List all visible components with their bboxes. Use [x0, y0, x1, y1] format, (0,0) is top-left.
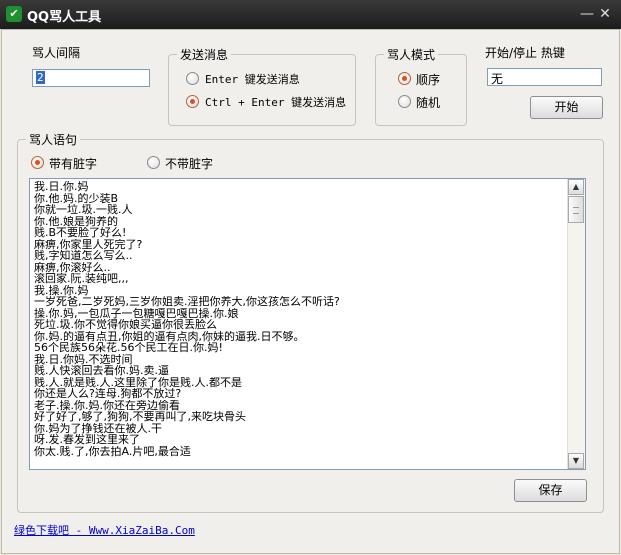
footer-link[interactable]: 绿色下载吧 - Www.XiaZaiBa.Com [14, 522, 195, 538]
enter-send-label[interactable]: Enter 键发送消息 [205, 71, 300, 87]
phrase-line: 我.操.你.妈 [34, 284, 89, 296]
window-title: QQ骂人工具 [27, 10, 102, 25]
minimize-button[interactable]: — [578, 5, 596, 23]
interval-input[interactable]: 2 [32, 69, 150, 87]
radio-sequential[interactable] [398, 72, 411, 85]
phrase-line: 一岁死爸,二岁死妈,三岁你姐卖.淫把你养大,你这孩怎么不听话? [34, 296, 340, 308]
radio-random[interactable] [398, 95, 411, 108]
phrase-line: 你就一垃.圾.一贱.人 [34, 204, 133, 216]
phrase-line: 你还是人么?连母.狗都不放过? [34, 388, 182, 400]
phrase-line: 麻痹,你家里人死完了? [34, 238, 143, 250]
phrase-line: 贱.人快滚回去看你.妈.卖.逼 [34, 365, 169, 377]
phrase-line: 老子.操.你.妈.你还在旁边偷看 [34, 399, 180, 411]
phrase-line: 你.他.妈.的少装B [34, 192, 119, 204]
phrases-textarea[interactable]: 我.日.你.妈 你.他.妈.的少装B 你就一垃.圾.一贱.人 你.他.娘是狗养的 贱.B… [29, 178, 586, 470]
phrase-line: 我.日.你.妈 [34, 181, 89, 193]
phrase-line: 贱.人.就是贱.人.这里除了你是贱.人.都不是 [34, 376, 242, 388]
phrase-line: 你.妈为了挣钱还在被人.干 [34, 422, 162, 434]
app-logo-icon: ✔ [6, 6, 22, 22]
scroll-up-arrow-icon[interactable]: ▲ [568, 179, 584, 195]
phrase-line: 你.妈.的逼有点丑,你姐的逼有点肉,你妹的逼我.日不够。 [34, 330, 305, 342]
close-button[interactable]: ✕ [596, 5, 614, 23]
ctrl-enter-send-label[interactable]: Ctrl + Enter 键发送消息 [205, 94, 346, 110]
radio-ctrl-enter-send[interactable] [186, 95, 199, 108]
phrase-line: 死垃.圾.你不觉得你娘买逼你很丢脸么 [34, 319, 217, 331]
phrase-line: 56个民族56朵花.56个民工在日.你.妈! [34, 342, 223, 354]
radio-clean-words[interactable] [147, 156, 160, 169]
interval-value: 2 [36, 71, 45, 84]
phrase-line: 贱.B不要脸了好么! [34, 227, 127, 239]
send-group-title: 发送消息 [177, 46, 232, 63]
send-message-group: 发送消息 [168, 46, 356, 126]
phrase-line: 呀.发.春发到这里来了 [34, 434, 140, 446]
phrases-text: 我.日.你.妈 你.他.妈.的少装B 你就一垃.圾.一贱.人 你.他.娘是狗养的 贱.B… [34, 181, 564, 457]
phrase-line: 你.他.娘是狗养的 [34, 215, 118, 227]
scroll-down-arrow-icon[interactable]: ▼ [568, 453, 584, 469]
radio-enter-send[interactable] [186, 72, 199, 85]
phrase-line: 好了好了,够了,狗狗,不要再叫了,来吃块骨头 [34, 411, 246, 423]
random-label[interactable]: 随机 [416, 94, 440, 111]
app-window: ✔ QQ骂人工具 — ✕ 骂人间隔 2 发送消息 Enter 键发送消息 Ctr… [0, 0, 621, 555]
hotkey-label: 开始/停止 热键 [485, 46, 565, 60]
sequential-label[interactable]: 顺序 [416, 71, 440, 88]
phrase-line: 滚回家.阮.装纯吧,,, [34, 273, 129, 285]
phrase-line: 你太.贱.了,你去拍A.片吧,最合适 [34, 445, 191, 457]
title-bar: ✔ QQ骂人工具 — ✕ [0, 0, 621, 29]
scroll-thumb[interactable] [568, 196, 584, 223]
phrase-line: 麻痹,你滚好么.. [34, 261, 111, 273]
start-button[interactable]: 开始 [530, 96, 603, 119]
interval-label: 骂人间隔 [32, 46, 81, 60]
clean-words-label[interactable]: 不带脏字 [165, 155, 213, 172]
vertical-scrollbar[interactable]: ▲ ▼ [567, 179, 585, 469]
hotkey-input[interactable]: 无 [487, 68, 602, 86]
mode-group: 骂人模式 [375, 46, 467, 126]
mode-group-title: 骂人模式 [384, 46, 439, 63]
phrase-line: 我.日.你妈.不选时间 [34, 353, 133, 365]
phrase-line: 贱,字知道怎么写么.. [34, 250, 133, 262]
phrases-group-title: 骂人语句 [26, 131, 81, 148]
save-button[interactable]: 保存 [514, 479, 587, 502]
dirty-words-label[interactable]: 带有脏字 [49, 155, 97, 172]
phrase-line: 操.你.妈,一包瓜子一包糖嘎巴嘎巴操.你.娘 [34, 307, 239, 319]
radio-dirty-words[interactable] [31, 156, 44, 169]
